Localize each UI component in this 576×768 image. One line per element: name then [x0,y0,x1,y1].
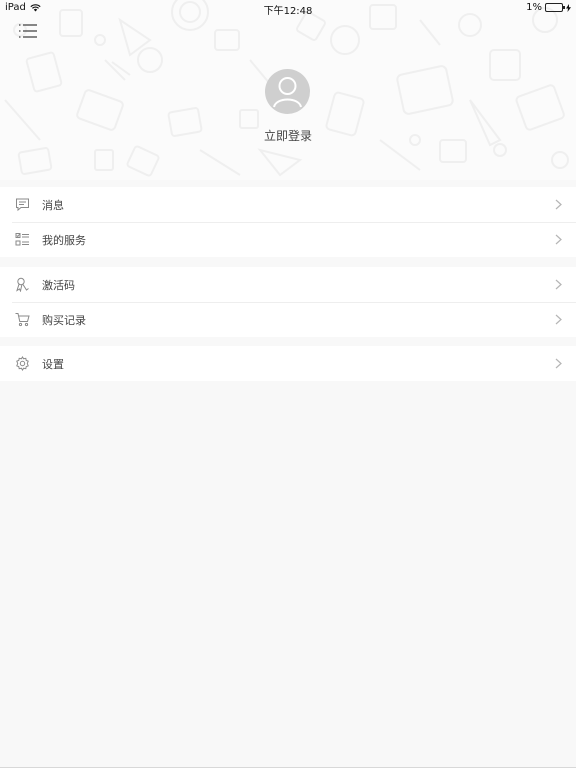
charging-bolt-icon [566,3,571,12]
battery-icon [545,3,565,12]
avatar[interactable] [265,69,310,114]
menu-item-label: 消息 [42,198,64,212]
profile-header: 立即登录 [0,0,576,180]
menu-item-messages[interactable]: 消息 [0,187,576,222]
battery-percent: 1% [526,2,542,13]
login-button[interactable]: 立即登录 [0,127,576,144]
chevron-right-icon [555,199,562,210]
menu-item-activation-code[interactable]: 激活码 [0,267,576,302]
user-avatar-icon [273,77,302,108]
menu-item-purchase-history[interactable]: 购买记录 [0,302,576,337]
menu-item-settings[interactable]: 设置 [0,346,576,381]
status-right: 1% [526,2,571,13]
activation-code-icon [16,277,29,292]
menu-list-icon[interactable] [18,22,38,40]
menu-group-messages-services: 消息 我的服务 [0,187,576,257]
message-icon [16,198,29,212]
menu-group-activation-purchases: 激活码 购买记录 [0,267,576,337]
menu-group-settings: 设置 [0,346,576,381]
menu-item-label: 设置 [42,357,64,371]
chevron-right-icon [555,279,562,290]
service-list-icon [15,233,29,246]
chevron-right-icon [555,358,562,369]
status-time: 下午12:48 [263,6,313,17]
menu-item-label: 激活码 [42,278,75,292]
menu-item-label: 购买记录 [42,313,86,327]
status-bar: iPad 下午12:48 1% [0,0,576,17]
menu-item-my-services[interactable]: 我的服务 [0,222,576,257]
shopping-cart-icon [15,313,30,327]
chevron-right-icon [555,234,562,245]
gear-icon [16,356,29,371]
menu-item-label: 我的服务 [42,233,86,247]
chevron-right-icon [555,314,562,325]
